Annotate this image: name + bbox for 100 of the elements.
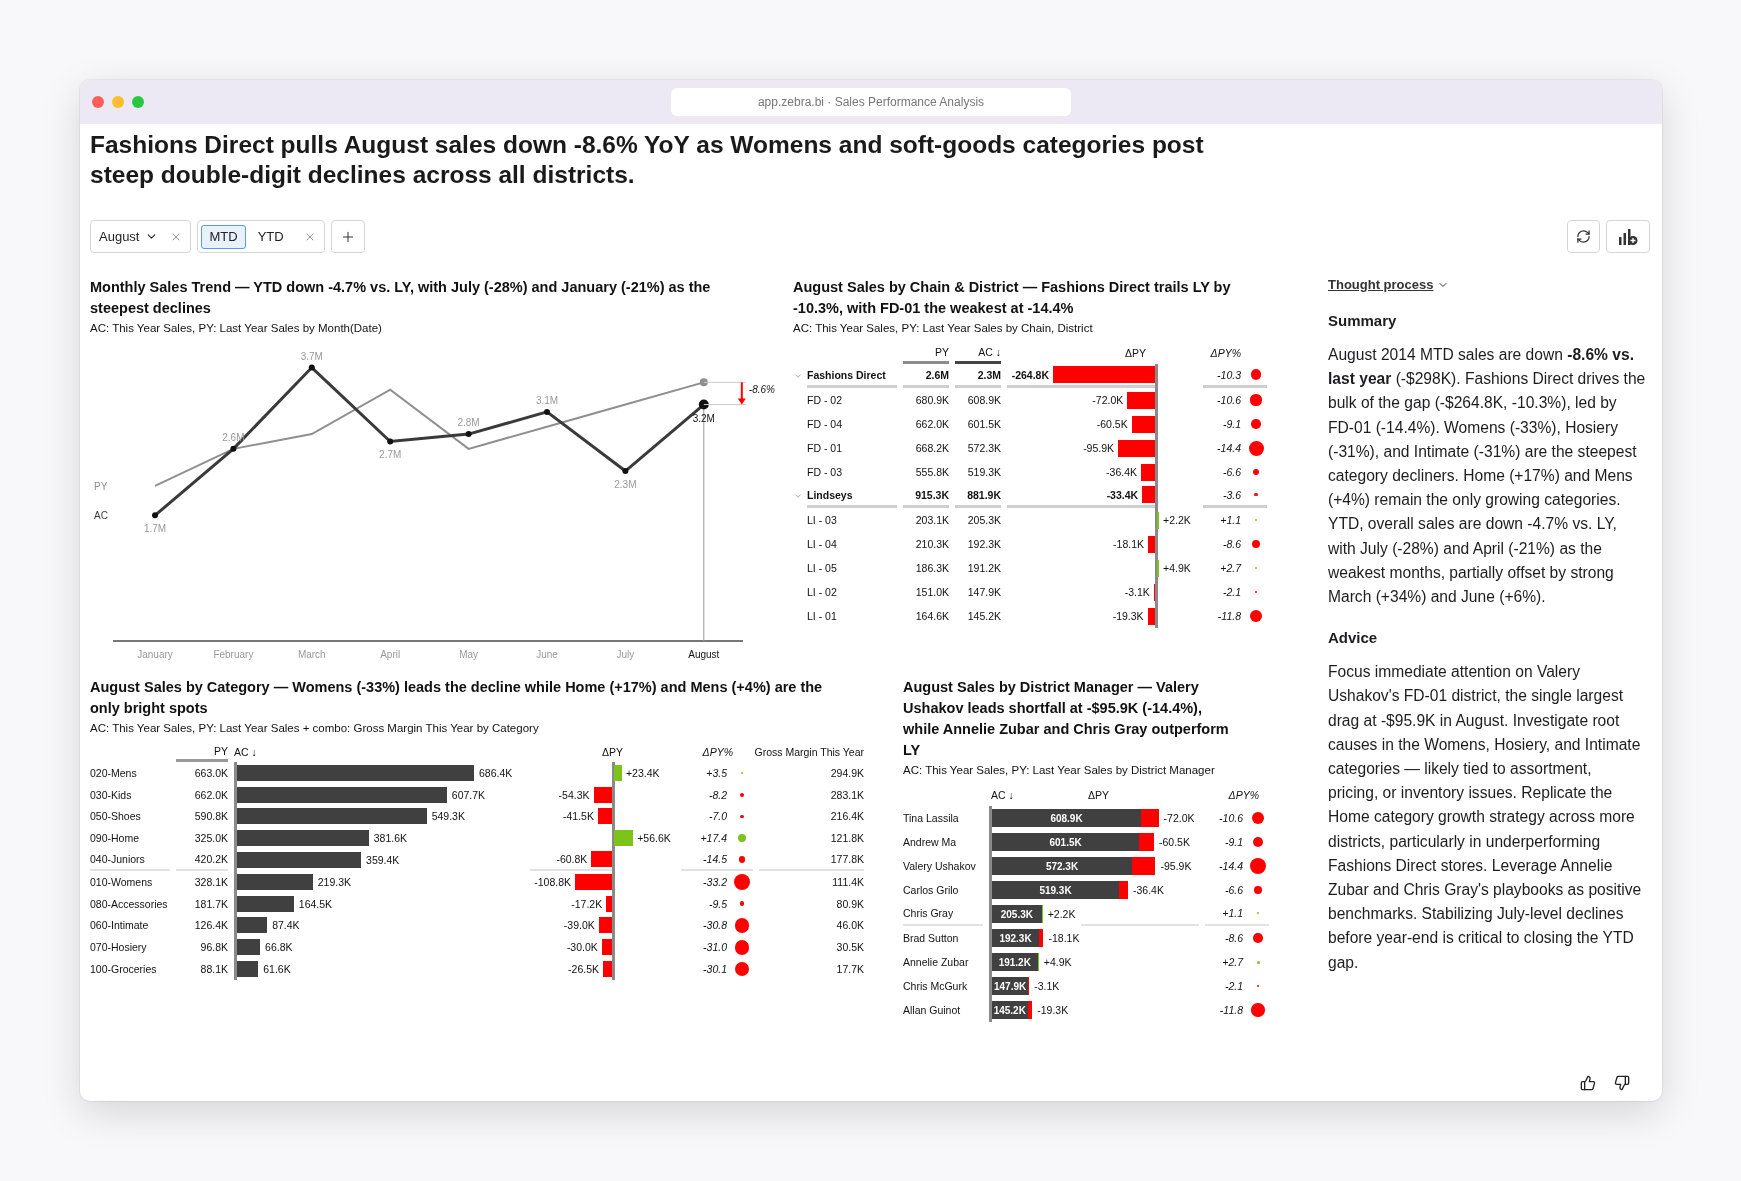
variance-value: -54.3K [558,788,590,801]
percent-value: -7.0 [708,810,727,823]
bar-label: 607.7K [451,788,486,801]
table-cell: 181.7K [194,897,228,910]
table-cell: 662.0K [194,788,228,801]
data-label: 3.7M [300,350,323,362]
row-label: Chris McGurk [903,980,968,992]
row-label: LI - 05 [806,562,837,574]
variance-dot [1249,609,1263,623]
series-label: AC [94,510,108,522]
variance-value: -72.0K [1092,394,1124,406]
percent-value: -3.6 [1222,488,1241,501]
address-bar[interactable]: app.zebra.bi · Sales Performance Analysis [671,88,1071,116]
refresh-button[interactable] [1567,220,1600,253]
variance-bar [1027,1001,1033,1019]
zoom-button[interactable] [132,96,144,108]
data-label: 3.1M [535,394,559,406]
row-label: 020-Mens [90,766,137,779]
data-point [387,438,394,445]
close-button[interactable] [92,96,104,108]
minimize-button[interactable] [112,96,124,108]
row-label: LI - 02 [806,586,837,598]
table-cell: 191.2K [967,562,1001,574]
period-tab[interactable]: YTD [249,224,292,249]
variance-bar [601,939,612,956]
table-cell: 121.8K [830,832,864,845]
variance-value: -36.4K [1106,466,1137,478]
variance-dot [1253,933,1263,943]
table-cell: 164.6K [915,610,949,622]
chart-title: August Sales by Category — Womens (-33%) leads the decline while Home (+17%) and Mens (+4%) are the only bright spots [90,678,824,718]
percent-value: -8.2 [708,788,727,801]
period-tab[interactable]: MTD [201,224,246,249]
chevron-icon[interactable] [793,491,803,501]
table-cell: 555.8K [915,466,949,478]
chart-subtitle: AC: This Year Sales, PY: Last Year Sales by Chain, District [793,321,1094,336]
month-dropdown[interactable]: August [97,229,161,244]
row-label: FD - 02 [806,394,842,406]
value-bar: 205.3K [992,905,1042,923]
variance-bar [1139,833,1154,851]
variance-value: -36.4K [1132,884,1164,896]
data-point [544,408,550,415]
percent-value: -10.6 [1219,812,1243,824]
row-label: FD - 04 [806,418,842,430]
chart-subtitle: AC: This Year Sales, PY: Last Year Sales by Month(Date) [90,321,383,336]
data-label: 1.7M [143,523,167,535]
column-header: AC ↓ [234,746,257,758]
variance-value: -17.2K [571,897,603,910]
percent-value: +2.7 [1220,562,1241,574]
value-bar: 519.3K [992,881,1120,899]
percent-value: -14.5 [703,853,727,866]
value-bar [237,917,268,934]
row-label: LI - 04 [806,538,837,550]
variance-value: -3.1K [1124,586,1150,598]
row-label: Tina Lassila [903,812,959,824]
variance-value: -18.1K [1048,932,1080,944]
column-header: PY [214,744,228,757]
thumbs-up-button[interactable] [1578,1075,1598,1091]
variance-bar [1039,929,1044,947]
variance-dot [1250,858,1266,874]
row-label: Fashions Direct [807,364,897,388]
percent-value: -30.8 [703,919,727,932]
section-heading: Summary [1328,312,1398,329]
add-chart-button[interactable] [1606,220,1650,253]
reference-line [703,381,747,383]
value-bar: 192.3K [992,929,1040,947]
row-label: 040-Juniors [90,853,145,866]
variance-value: -3.1K [1034,980,1060,992]
variance-value: -26.5K [568,963,599,976]
variance-dot [740,792,744,797]
variance-value: -60.5K [1096,418,1128,430]
percent-value: -10.6 [1217,394,1241,406]
data-label: 3.2M [692,412,715,424]
table-cell: 216.4K [830,810,864,823]
row-label: LI - 01 [806,610,837,622]
variance-value: -95.9K [1160,860,1192,872]
variance-bar [1127,391,1155,409]
thought-process-toggle[interactable]: Thought process [1328,277,1450,292]
variance-dot [738,855,746,863]
row-label: 090-Home [90,832,140,845]
thumbs-down-button[interactable] [1612,1075,1632,1091]
table-cell: 17.7K [836,963,864,976]
percent-value: -2.1 [1224,980,1243,992]
variance-dot [737,834,747,843]
percent-value: -6.6 [1222,466,1241,478]
chart-title: Monthly Sales Trend — YTD down -4.7% vs. LY, with July (-28%) and January (-21%) as the steepest declines [90,278,712,318]
variance-bar [1119,881,1128,899]
chevron-icon[interactable] [793,371,803,381]
bar-label: 549.3K [431,810,465,823]
table-cell: 46.0K [836,919,864,932]
variance-arrow [737,381,746,405]
row-label: 030-Kids [90,788,132,801]
variance-dot [1254,492,1258,497]
variance-value: -264.8K [1011,368,1049,381]
column-header: ΔPY% [1228,789,1259,801]
variance-dot [1250,394,1262,406]
variance-bar [597,808,612,825]
column-header: ΔPY [1125,347,1147,359]
row-label: Allan Guinot [903,1004,961,1016]
percent-value: -14.4 [1219,860,1243,872]
add-button[interactable] [330,220,365,253]
